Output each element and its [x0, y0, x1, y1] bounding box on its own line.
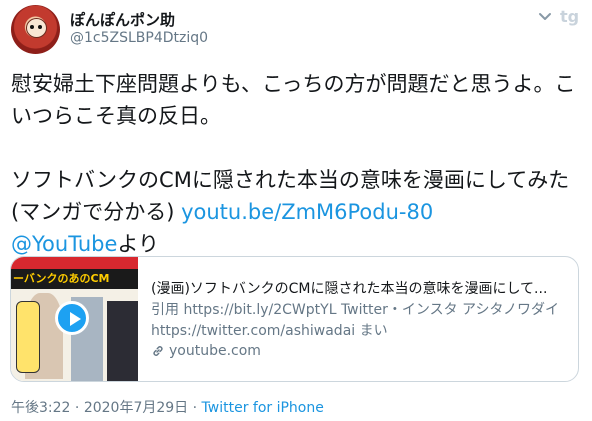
tweet-line-2: ソフトバンクのCMに隠された本当の意味を漫画にしてみた(マンガで分かる) you… — [11, 164, 586, 228]
card-domain[interactable]: youtube.com — [151, 343, 261, 359]
mention-link[interactable]: @YouTube — [11, 232, 117, 256]
tweet-line-3-suffix: より — [117, 232, 159, 256]
card-domain-text: youtube.com — [169, 343, 261, 359]
tweet-link[interactable]: youtu.be/ZmM6Podu-80 — [181, 200, 433, 224]
tweet-text: 慰安婦土下座問題よりも、こっちの方が問題だと思うよ。こいつらこそ真の反日。 ソフ… — [11, 68, 586, 260]
card-title[interactable]: (漫画)ソフトバンクのCMに隠された本当の意味を漫画にして... — [151, 278, 569, 298]
tweet-source[interactable]: Twitter for iPhone — [202, 400, 324, 416]
avatar-eye — [30, 25, 34, 29]
twitter-logo-icon[interactable]: tg — [560, 7, 579, 26]
tweet-footer: 午後3:22 · 2020年7月29日 · Twitter for iPhone — [11, 397, 324, 417]
footer-separator: · — [188, 400, 202, 416]
avatar-eye — [38, 25, 42, 29]
link-icon — [153, 346, 163, 356]
footer-separator: · — [70, 400, 84, 416]
tweet-date[interactable]: 2020年7月29日 — [84, 400, 188, 416]
avatar-face — [26, 18, 47, 38]
card-description: 引用 https://bit.ly/2CWptYL Twitter・インスタ ア… — [151, 302, 560, 339]
chevron-down-icon[interactable] — [537, 9, 553, 25]
play-icon[interactable] — [55, 301, 89, 335]
tweet-time[interactable]: 午後3:22 — [11, 400, 70, 416]
thumbnail-speech-bubble — [16, 301, 40, 373]
thumbnail-caption: ーバンクのあのCM — [13, 272, 110, 285]
link-card[interactable]: ーバンクのあのCM (漫画)ソフトバンクのCMに隠された本当の意味を漫画にして.… — [10, 256, 579, 382]
thumbnail-figure — [107, 301, 138, 381]
avatar[interactable] — [11, 5, 60, 54]
thumbnail-banner — [11, 257, 138, 269]
author-handle[interactable]: @1c5ZSLBP4Dtziq0 — [70, 30, 208, 46]
card-thumbnail[interactable]: ーバンクのあのCM — [11, 257, 138, 381]
author-name[interactable]: ぽんぽんポン助 — [70, 9, 175, 30]
tweet-line-1: 慰安婦土下座問題よりも、こっちの方が問題だと思うよ。こいつらこそ真の反日。 — [11, 72, 576, 128]
